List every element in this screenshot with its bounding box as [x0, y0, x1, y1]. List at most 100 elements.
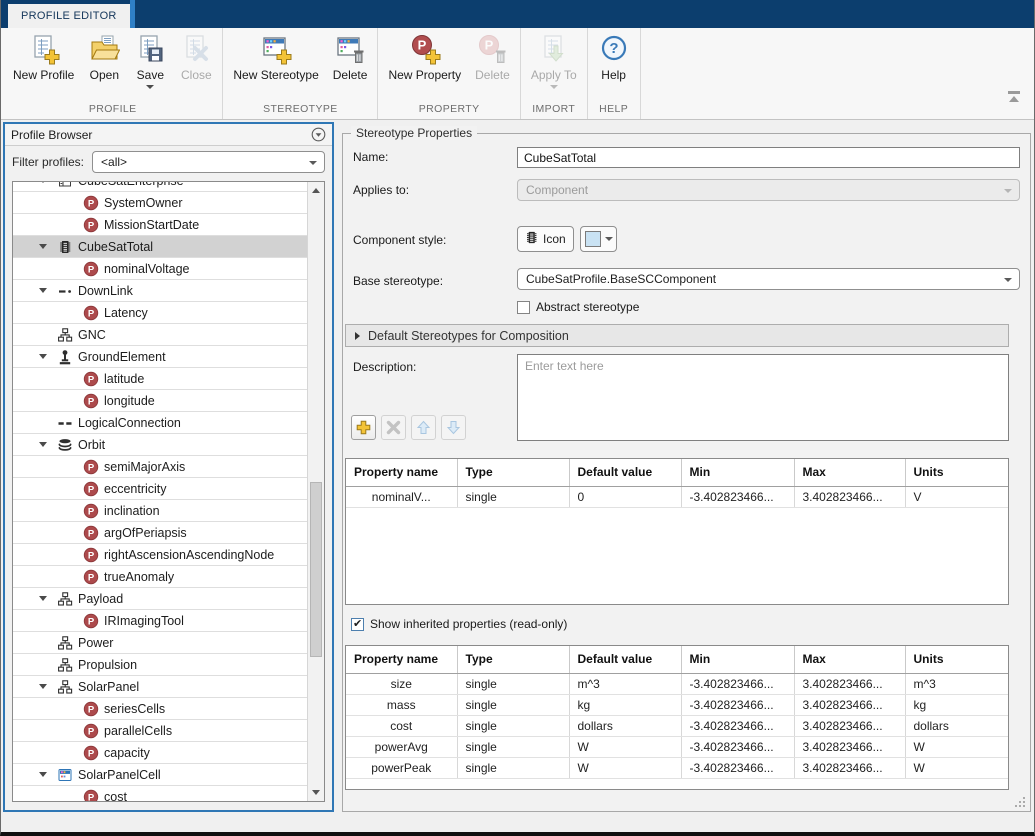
expand-caret-icon[interactable]: [37, 684, 49, 689]
tree-item-orbit[interactable]: Orbit: [13, 434, 307, 456]
expand-caret-icon[interactable]: [37, 596, 49, 601]
component-icon: [57, 635, 73, 651]
table-cell[interactable]: single: [457, 486, 569, 507]
ribbon-button-new-profile[interactable]: New Profile: [6, 31, 81, 82]
tree-item-logicalconnection[interactable]: LogicalConnection: [13, 412, 307, 434]
abstract-stereotype-checkbox[interactable]: [517, 301, 530, 314]
tree-item-rightascensionascendingnode[interactable]: PrightAscensionAscendingNode: [13, 544, 307, 566]
tree-item-groundelement[interactable]: GroundElement: [13, 346, 307, 368]
tree-item-latitude[interactable]: Platitude: [13, 368, 307, 390]
tree-item-cost[interactable]: Pcost: [13, 786, 307, 802]
component-color-picker[interactable]: [580, 226, 617, 252]
collapse-ribbon-icon[interactable]: [1006, 91, 1022, 103]
table-cell: -3.402823466...: [681, 673, 794, 694]
svg-text:P: P: [88, 308, 95, 319]
tree-item-propulsion[interactable]: Propulsion: [13, 654, 307, 676]
tree-item-seriescells[interactable]: PseriesCells: [13, 698, 307, 720]
tree-item-missionstartdate[interactable]: PMissionStartDate: [13, 214, 307, 236]
ribbon-button-open[interactable]: Open: [81, 31, 127, 82]
default-stereotypes-section[interactable]: Default Stereotypes for Composition: [345, 324, 1009, 347]
table-cell[interactable]: V: [905, 486, 1008, 507]
tree-item-cubesattotal[interactable]: CubeSatTotal: [13, 236, 307, 258]
svg-text:P: P: [88, 198, 95, 209]
expand-caret-icon[interactable]: [37, 181, 49, 183]
tree-scrollbar[interactable]: [307, 182, 324, 801]
expand-caret-icon[interactable]: [37, 288, 49, 293]
table-cell: single: [457, 673, 569, 694]
tree-item-downlink[interactable]: DownLink: [13, 280, 307, 302]
table-cell[interactable]: 0: [569, 486, 681, 507]
table-row[interactable]: costsingledollars-3.402823466...3.402823…: [346, 715, 1008, 736]
table-row[interactable]: nominalV...single0-3.402823466...3.40282…: [346, 486, 1008, 507]
tree-item-solarpanel[interactable]: SolarPanel: [13, 676, 307, 698]
scrollbar-thumb[interactable]: [310, 482, 322, 657]
table-row[interactable]: sizesinglem^3-3.402823466...3.402823466.…: [346, 673, 1008, 694]
tree-item-power[interactable]: Power: [13, 632, 307, 654]
tree-item-cubesatenterprise[interactable]: CubeSatEnterprise: [13, 181, 307, 192]
tree-item-parallelcells[interactable]: PparallelCells: [13, 720, 307, 742]
tab-profile-editor[interactable]: PROFILE EDITOR: [8, 4, 130, 28]
tree-item-trueanomaly[interactable]: PtrueAnomaly: [13, 566, 307, 588]
table-cell[interactable]: 3.402823466...: [794, 486, 905, 507]
add-property-button[interactable]: [351, 415, 376, 440]
tree-item-systemowner[interactable]: PSystemOwner: [13, 192, 307, 214]
svg-text:P: P: [417, 38, 426, 53]
svg-text:P: P: [88, 396, 95, 407]
tree-item-semimajoraxis[interactable]: PsemiMajorAxis: [13, 456, 307, 478]
svg-text:P: P: [485, 38, 494, 53]
scroll-up-icon[interactable]: [308, 182, 324, 199]
expand-caret-icon[interactable]: [37, 354, 49, 359]
tree-item-argofperiapsis[interactable]: PargOfPeriapsis: [13, 522, 307, 544]
tree-item-latency[interactable]: PLatency: [13, 302, 307, 324]
tree-item-irimagingtool[interactable]: PIRImagingTool: [13, 610, 307, 632]
table-cell: 3.402823466...: [794, 757, 905, 778]
table-cell: m^3: [569, 673, 681, 694]
profile-editor-window: PROFILE EDITOR New ProfileOpenSaveCloseP…: [0, 0, 1035, 836]
filter-profiles-dropdown[interactable]: <all>: [92, 151, 325, 173]
ribbon-button-delete[interactable]: Delete: [326, 31, 375, 82]
profile-browser-header: Profile Browser: [5, 124, 332, 146]
expand-caret-icon[interactable]: [37, 772, 49, 777]
expand-caret-icon[interactable]: [37, 244, 49, 249]
chevron-down-icon: [605, 237, 613, 241]
table-cell[interactable]: -3.402823466...: [681, 486, 794, 507]
tree-item-longitude[interactable]: Plongitude: [13, 390, 307, 412]
ribbon-button-save[interactable]: Save: [127, 31, 173, 89]
base-stereotype-value: CubeSatProfile.BaseSCComponent: [526, 272, 716, 286]
table-row[interactable]: masssinglekg-3.402823466...3.402823466..…: [346, 694, 1008, 715]
table-row[interactable]: powerPeaksingleW-3.402823466...3.4028234…: [346, 757, 1008, 778]
ribbon-group-import: Apply ToIMPORT: [521, 28, 588, 119]
base-stereotype-dropdown[interactable]: CubeSatProfile.BaseSCComponent: [517, 268, 1020, 290]
name-input[interactable]: [517, 147, 1020, 168]
tree-item-label: Propulsion: [78, 658, 137, 672]
svg-text:P: P: [88, 726, 95, 737]
tree-item-nominalvoltage[interactable]: PnominalVoltage: [13, 258, 307, 280]
resize-grip[interactable]: [1015, 797, 1025, 807]
scroll-down-icon[interactable]: [308, 784, 324, 801]
property-icon: P: [83, 701, 99, 717]
table-cell: -3.402823466...: [681, 736, 794, 757]
table-cell[interactable]: nominalV...: [346, 486, 457, 507]
dropdown-caret-icon: [146, 85, 154, 89]
tree-item-gnc[interactable]: GNC: [13, 324, 307, 346]
description-textarea[interactable]: Enter text here: [517, 354, 1009, 441]
tree-item-capacity[interactable]: Pcapacity: [13, 742, 307, 764]
panel-menu-icon[interactable]: [311, 127, 326, 142]
expand-caret-icon[interactable]: [37, 442, 49, 447]
ribbon-button-new-stereotype[interactable]: New Stereotype: [226, 31, 325, 82]
ribbon-button-help[interactable]: ?Help: [591, 31, 637, 82]
svg-text:P: P: [88, 506, 95, 517]
table-cell: size: [346, 673, 457, 694]
tree-item-inclination[interactable]: Pinclination: [13, 500, 307, 522]
svg-text:P: P: [88, 550, 95, 561]
component-icon-button[interactable]: Icon: [517, 226, 574, 252]
tree-item-solarpanelcell[interactable]: SolarPanelCell: [13, 764, 307, 786]
table-cell: single: [457, 715, 569, 736]
property-icon: P: [83, 305, 99, 321]
tree-item-eccentricity[interactable]: Peccentricity: [13, 478, 307, 500]
table-row[interactable]: powerAvgsingleW-3.402823466...3.40282346…: [346, 736, 1008, 757]
show-inherited-checkbox[interactable]: [351, 618, 364, 631]
ribbon-button-new-property[interactable]: PNew Property: [381, 31, 468, 82]
component-icon: [57, 679, 73, 695]
tree-item-payload[interactable]: Payload: [13, 588, 307, 610]
